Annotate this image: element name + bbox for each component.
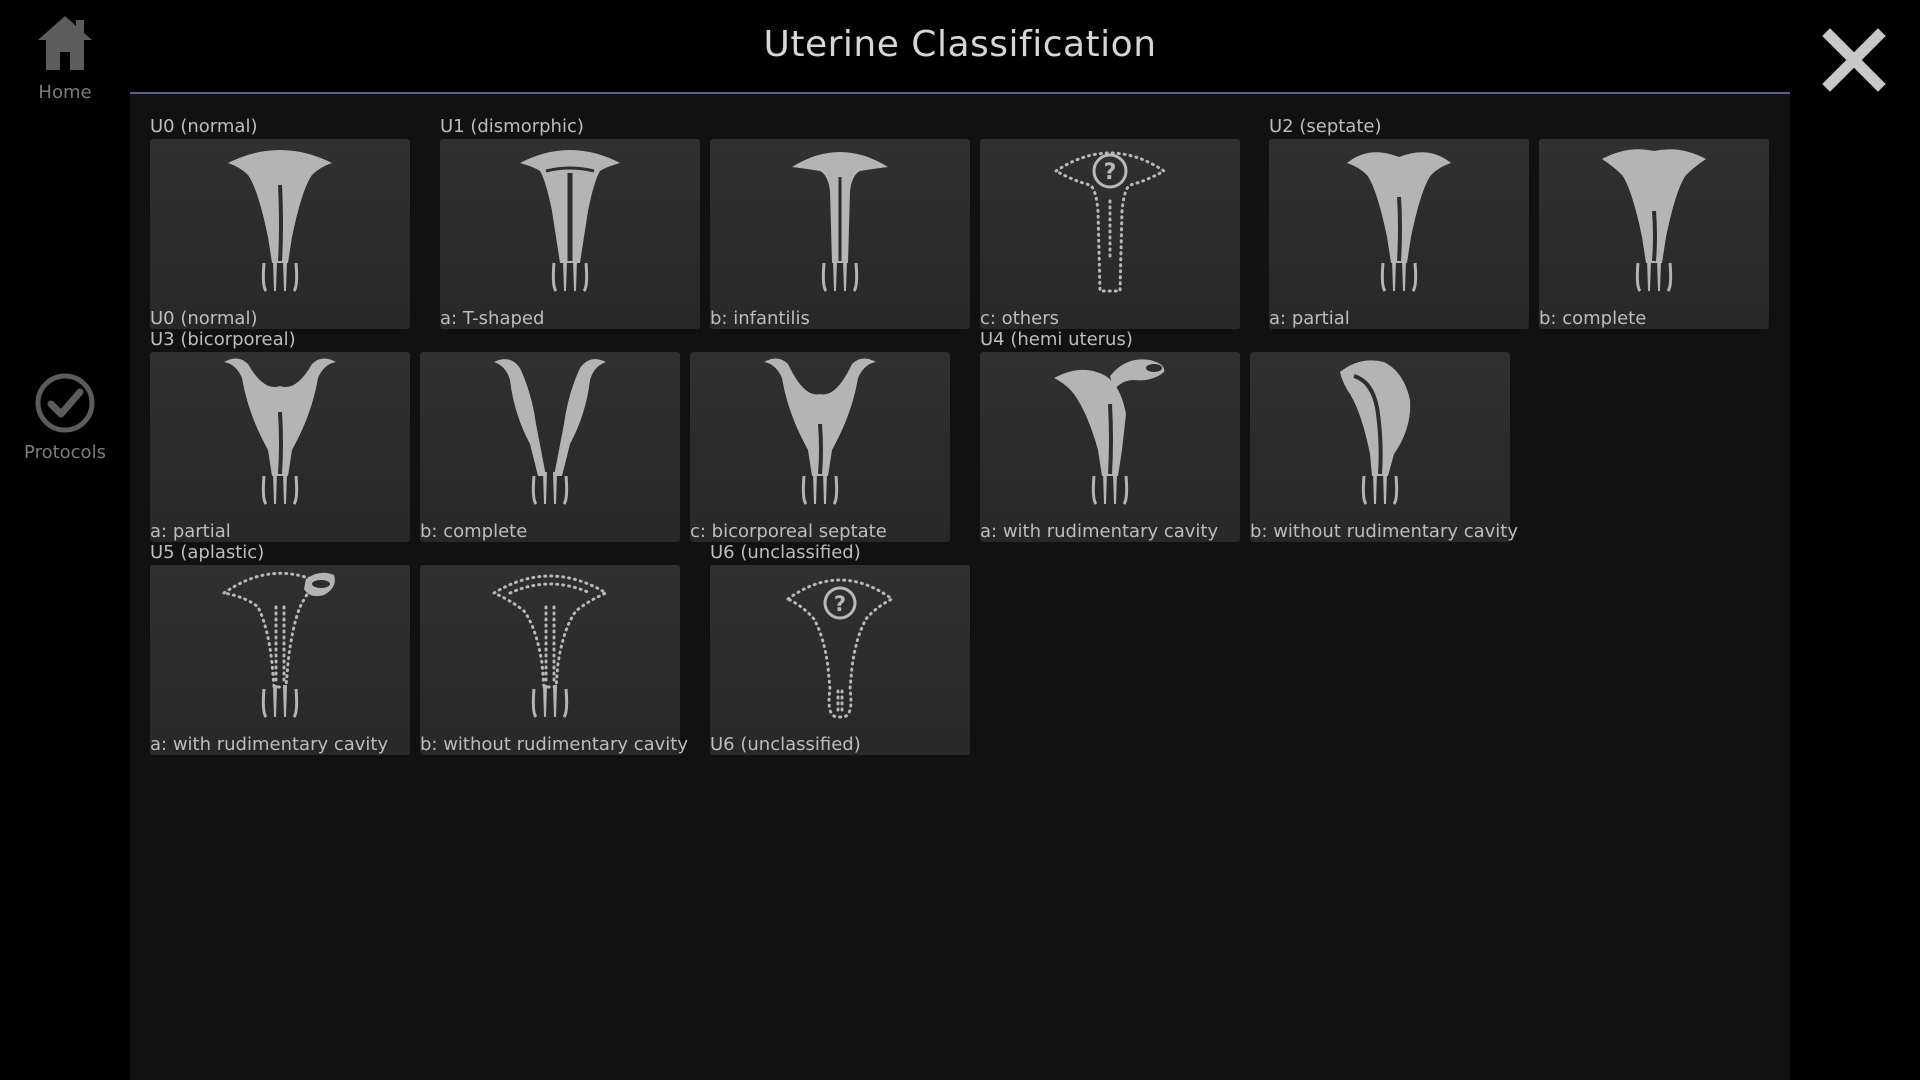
tile-caption: c: bicorporeal septate: [690, 521, 887, 542]
tile-caption: b: complete: [1539, 308, 1647, 329]
uterus-infantilis-icon: [792, 152, 888, 293]
tile-u3-complete[interactable]: b: complete: [420, 352, 680, 542]
uterus-unclassified-icon: ?: [785, 578, 895, 719]
uterus-bicorporeal-septate-icon: [764, 358, 876, 506]
svg-text:?: ?: [1104, 160, 1117, 185]
home-icon: [38, 16, 92, 70]
close-button[interactable]: [1820, 26, 1888, 94]
uterus-bicorporeal-complete-icon: [494, 359, 606, 506]
tile-caption: a: with rudimentary cavity: [980, 521, 1219, 542]
tile-caption: a: partial: [1269, 308, 1350, 329]
uterus-hemi-with-cavity-icon: [1054, 359, 1165, 506]
uterus-bicorporeal-partial-icon: [224, 358, 336, 506]
home-button[interactable]: Home: [0, 12, 130, 103]
check-circle-icon: [35, 373, 95, 433]
tile-u1-t-shaped[interactable]: a: T-shaped: [440, 139, 700, 329]
tile-caption: a: partial: [150, 521, 231, 542]
uterus-unknown-icon: ?: [1053, 151, 1167, 293]
tile-u1-infantilis[interactable]: b: infantilis: [710, 139, 970, 329]
tile-caption: b: complete: [420, 521, 528, 542]
tile-u2-partial[interactable]: a: partial: [1269, 139, 1529, 329]
tile-u0-normal[interactable]: U0 (normal): [150, 139, 410, 329]
group-label-u2: U2 (septate): [1269, 116, 1382, 137]
tile-caption: c: others: [980, 308, 1060, 329]
uterus-septate-complete-icon: [1602, 149, 1706, 293]
group-label-u3: U3 (bicorporeal): [150, 329, 296, 350]
tile-u4-without-rudimentary-cavity[interactable]: b: without rudimentary cavity: [1250, 352, 1518, 542]
tile-u5-with-rudimentary-cavity[interactable]: a: with rudimentary cavity: [150, 565, 410, 755]
uterus-t-shaped-icon: [520, 150, 620, 293]
tile-u3-partial[interactable]: a: partial: [150, 352, 410, 542]
header: Uterine Classification: [130, 0, 1790, 94]
tile-caption: a: with rudimentary cavity: [150, 734, 389, 755]
protocols-label: Protocols: [24, 442, 106, 463]
protocols-button[interactable]: Protocols: [0, 372, 130, 463]
tile-caption: b: without rudimentary cavity: [1250, 521, 1519, 542]
tile-u1-others[interactable]: ? c: others: [980, 139, 1240, 329]
tile-u6-unclassified[interactable]: ? U6 (unclassified): [710, 565, 970, 755]
page-title: Uterine Classification: [763, 24, 1157, 65]
group-label-u5: U5 (aplastic): [150, 542, 265, 563]
close-icon: [1822, 28, 1886, 92]
group-label-u4: U4 (hemi uterus): [980, 329, 1133, 350]
classification-panel: U0 (normal) U1 (dismorphic) U2 (septate)…: [130, 94, 1790, 1080]
tile-u3-bicorporeal-septate[interactable]: c: bicorporeal septate: [690, 352, 950, 542]
tile-caption: b: infantilis: [710, 308, 810, 329]
tile-caption: b: without rudimentary cavity: [420, 734, 689, 755]
uterus-aplastic-with-cavity-icon: [220, 571, 335, 719]
tile-u2-complete[interactable]: b: complete: [1539, 139, 1769, 329]
group-label-u1: U1 (dismorphic): [440, 116, 584, 137]
uterus-normal-icon: [228, 150, 332, 293]
tile-u4-with-rudimentary-cavity[interactable]: a: with rudimentary cavity: [980, 352, 1240, 542]
group-label-u0: U0 (normal): [150, 116, 258, 137]
svg-text:?: ?: [834, 592, 846, 616]
tile-caption: a: T-shaped: [440, 308, 545, 329]
uterus-aplastic-without-cavity-icon: [490, 574, 610, 719]
tile-caption: U6 (unclassified): [710, 734, 861, 755]
group-label-u6: U6 (unclassified): [710, 542, 861, 563]
tile-caption: U0 (normal): [150, 308, 258, 329]
uterus-septate-partial-icon: [1347, 152, 1451, 293]
tile-u5-without-rudimentary-cavity[interactable]: b: without rudimentary cavity: [420, 565, 688, 755]
uterus-hemi-without-cavity-icon: [1340, 360, 1411, 506]
home-label: Home: [38, 82, 92, 103]
sidebar: Home Protocols: [0, 0, 130, 1080]
